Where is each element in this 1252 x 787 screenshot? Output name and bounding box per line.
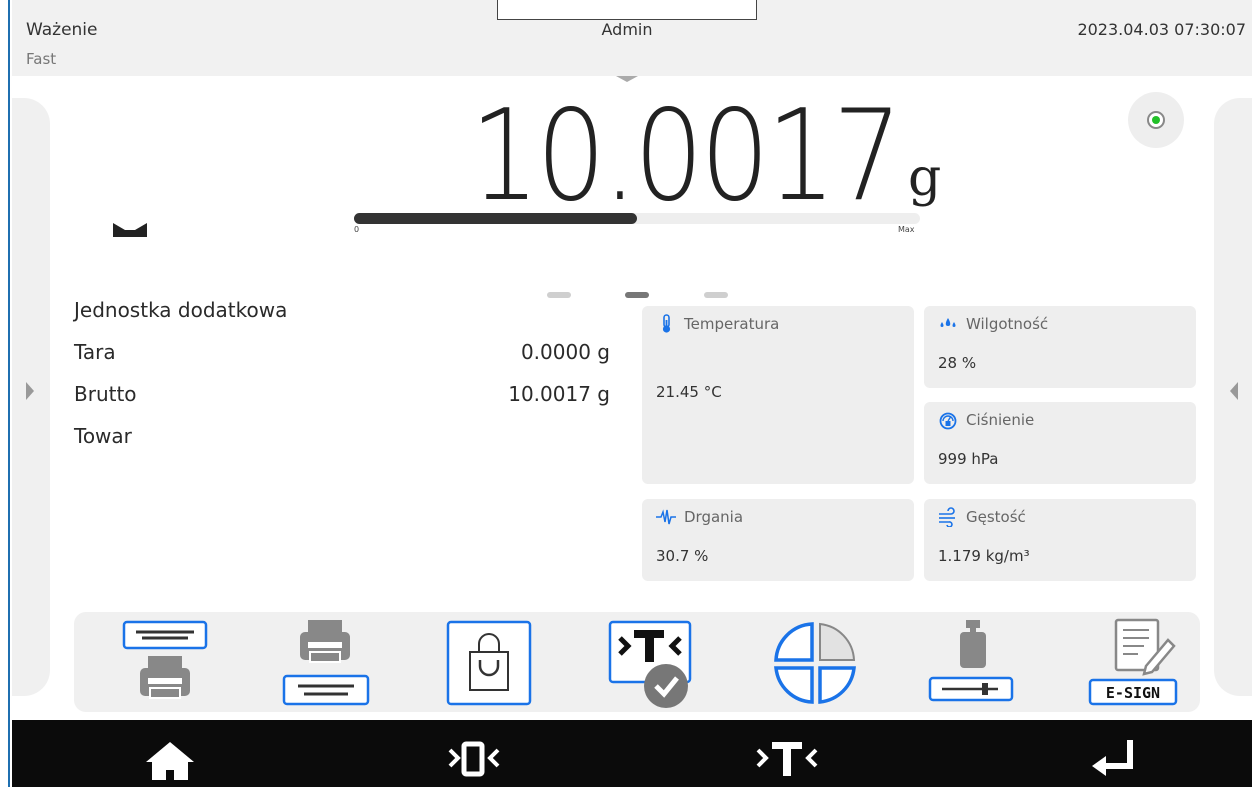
info-label-tare: Tara bbox=[74, 340, 116, 364]
zero-icon bbox=[448, 741, 500, 777]
tare-button[interactable] bbox=[746, 728, 826, 780]
page-dot-3[interactable] bbox=[704, 292, 728, 298]
esign-button[interactable]: E-SIGN bbox=[1086, 616, 1182, 708]
left-side-panel-handle[interactable] bbox=[12, 98, 50, 696]
segments-button[interactable] bbox=[768, 616, 864, 708]
datetime: 2023.04.03 07:30:07 bbox=[1077, 20, 1246, 39]
humidity-label-row: Wilgotność bbox=[938, 314, 1048, 334]
density-label-row: Gęstość bbox=[938, 507, 1026, 527]
capacity-bar-min-label: 0 bbox=[354, 225, 360, 234]
product-button[interactable] bbox=[444, 616, 540, 708]
status-led-icon bbox=[1152, 116, 1160, 124]
temperature-label-row: Temperatura bbox=[656, 314, 779, 334]
vibration-label-row: Drgania bbox=[656, 507, 743, 527]
weight-calibration-button[interactable] bbox=[926, 616, 1022, 708]
tare-confirm-button[interactable] bbox=[608, 616, 704, 708]
screen-title: Ważenie bbox=[26, 20, 98, 40]
product-icon bbox=[446, 620, 532, 706]
capacity-bar bbox=[354, 213, 920, 224]
vibration-label: Drgania bbox=[684, 508, 744, 526]
esign-label: E-SIGN bbox=[1106, 684, 1160, 702]
chevron-right-icon bbox=[26, 382, 34, 400]
bottom-nav-bar bbox=[12, 720, 1252, 787]
humidity-label: Wilgotność bbox=[966, 315, 1049, 333]
segments-icon bbox=[774, 622, 856, 704]
pressure-label-row: Ciśnienie bbox=[938, 410, 1034, 430]
density-value: 1.179 kg/m³ bbox=[938, 547, 1030, 565]
drops-icon bbox=[940, 318, 956, 327]
pressure-tile[interactable]: Ciśnienie 999 hPa bbox=[924, 402, 1196, 484]
tare-confirm-icon bbox=[608, 620, 692, 708]
vibration-value: 30.7 % bbox=[656, 547, 709, 565]
info-value-tare: 0.0000 g bbox=[520, 340, 610, 364]
tare-icon bbox=[756, 742, 818, 776]
header-print-button[interactable] bbox=[112, 616, 208, 708]
humidity-value: 28 % bbox=[938, 354, 977, 372]
wind-icon bbox=[939, 507, 955, 527]
enter-button[interactable] bbox=[1078, 728, 1158, 780]
esign-icon: E-SIGN bbox=[1088, 618, 1178, 706]
enter-icon bbox=[1092, 740, 1133, 776]
capacity-bar-fill bbox=[354, 213, 637, 224]
status-led-button[interactable] bbox=[1128, 92, 1184, 148]
vibration-tile[interactable]: Drgania 30.7 % bbox=[642, 499, 914, 581]
home-icon bbox=[146, 742, 194, 782]
info-label-secondary-unit: Jednostka dodatkowa bbox=[74, 298, 288, 322]
chevron-left-icon bbox=[1230, 382, 1238, 400]
home-button[interactable] bbox=[130, 728, 210, 782]
top-bar[interactable]: Ważenie Fast Admin 2023.04.03 07:30:07 bbox=[12, 0, 1252, 76]
vibration-icon bbox=[656, 509, 676, 525]
thermometer-icon bbox=[662, 314, 671, 333]
pressure-label: Ciśnienie bbox=[966, 411, 1035, 429]
weight-unit[interactable]: g bbox=[908, 148, 941, 208]
footer-print-icon bbox=[282, 620, 370, 706]
page-dot-2[interactable] bbox=[625, 292, 649, 298]
zero-button[interactable] bbox=[436, 728, 516, 780]
density-tile[interactable]: Gęstość 1.179 kg/m³ bbox=[924, 499, 1196, 581]
stability-indicator-icon bbox=[113, 223, 147, 237]
capacity-bar-max-label: Max bbox=[898, 225, 915, 234]
logged-user[interactable]: Admin bbox=[497, 20, 757, 39]
weighing-mode: Fast bbox=[26, 50, 57, 68]
pressure-value: 999 hPa bbox=[938, 450, 999, 468]
header-print-icon bbox=[122, 620, 208, 699]
footer-print-button[interactable] bbox=[280, 616, 376, 708]
left-edge-bar bbox=[0, 0, 10, 787]
info-label-product[interactable]: Towar bbox=[74, 424, 132, 448]
function-toolbar: E-SIGN bbox=[74, 612, 1200, 712]
gauge-icon bbox=[939, 412, 957, 430]
info-label-gross: Brutto bbox=[74, 382, 137, 406]
right-side-panel-handle[interactable] bbox=[1214, 98, 1252, 696]
humidity-tile[interactable]: Wilgotność 28 % bbox=[924, 306, 1196, 388]
density-label: Gęstość bbox=[966, 508, 1026, 526]
temperature-tile[interactable]: Temperatura 21.45 °C bbox=[642, 306, 914, 484]
status-led-ring bbox=[1147, 111, 1165, 129]
temperature-label: Temperatura bbox=[684, 315, 780, 333]
temperature-value: 21.45 °C bbox=[656, 383, 722, 401]
info-value-gross: 10.0017 g bbox=[508, 382, 610, 406]
weight-calibration-icon bbox=[928, 620, 1014, 702]
page-dot-1[interactable] bbox=[547, 292, 571, 298]
user-box[interactable] bbox=[497, 0, 757, 20]
weight-value: 10.0017 bbox=[470, 82, 902, 229]
